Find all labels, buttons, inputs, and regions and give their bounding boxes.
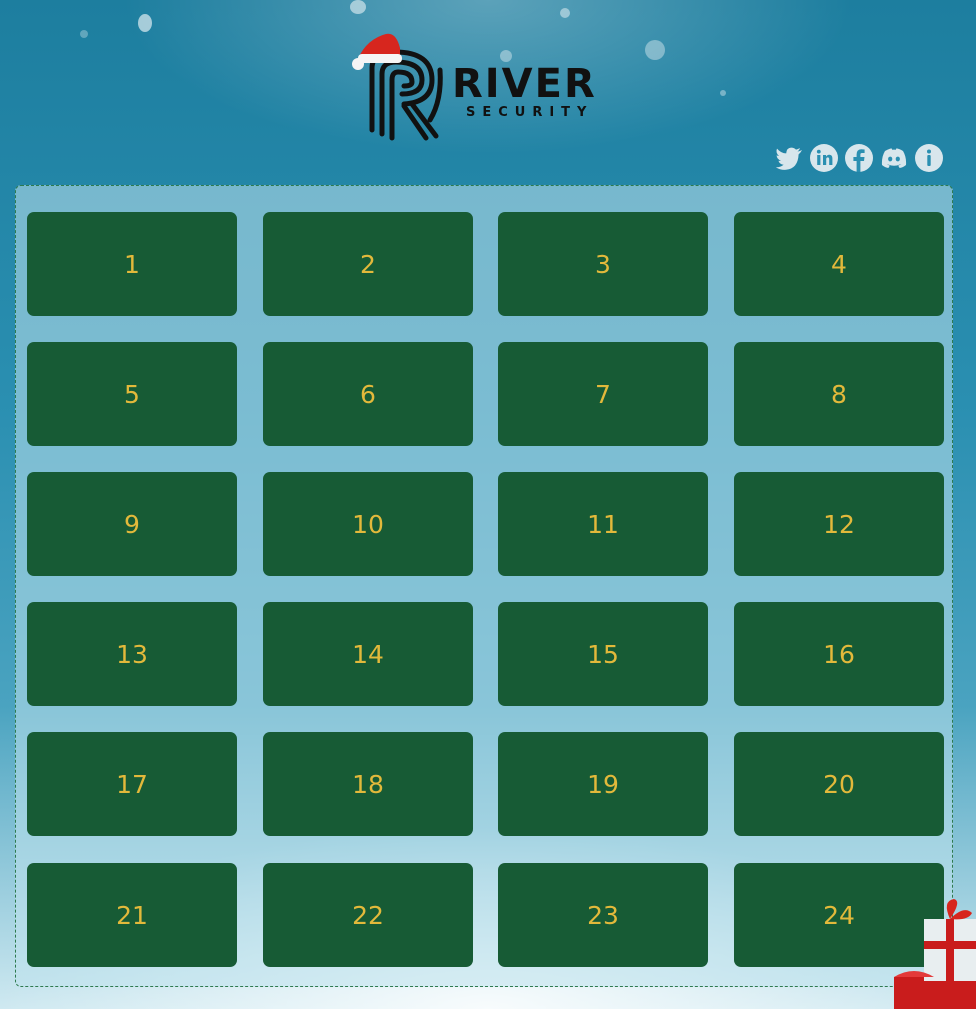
calendar-door-18[interactable]: 18 bbox=[263, 732, 473, 836]
calendar-door-4[interactable]: 4 bbox=[734, 212, 944, 316]
calendar-door-9[interactable]: 9 bbox=[27, 472, 237, 576]
calendar-door-13[interactable]: 13 bbox=[27, 602, 237, 706]
gift-box-decoration-icon bbox=[894, 899, 976, 1009]
facebook-icon bbox=[845, 144, 873, 172]
calendar-door-23[interactable]: 23 bbox=[498, 863, 708, 967]
linkedin-icon bbox=[810, 144, 838, 172]
calendar-door-21[interactable]: 21 bbox=[27, 863, 237, 967]
calendar-door-8[interactable]: 8 bbox=[734, 342, 944, 446]
twitter-icon bbox=[775, 147, 802, 170]
advent-calendar-grid: 1 2 3 4 5 6 7 8 9 10 11 12 13 14 15 16 1… bbox=[15, 185, 953, 987]
discord-icon bbox=[881, 148, 907, 168]
brand-name: RIVER bbox=[452, 61, 597, 107]
facebook-link[interactable] bbox=[844, 143, 874, 173]
calendar-door-10[interactable]: 10 bbox=[263, 472, 473, 576]
calendar-door-19[interactable]: 19 bbox=[498, 732, 708, 836]
calendar-door-5[interactable]: 5 bbox=[27, 342, 237, 446]
calendar-door-17[interactable]: 17 bbox=[27, 732, 237, 836]
info-link[interactable] bbox=[914, 143, 944, 173]
twitter-link[interactable] bbox=[774, 143, 804, 173]
calendar-door-6[interactable]: 6 bbox=[263, 342, 473, 446]
calendar-door-3[interactable]: 3 bbox=[498, 212, 708, 316]
calendar-door-2[interactable]: 2 bbox=[263, 212, 473, 316]
info-icon bbox=[915, 144, 943, 172]
linkedin-link[interactable] bbox=[809, 143, 839, 173]
discord-link[interactable] bbox=[879, 143, 909, 173]
header: RIVER SECURITY bbox=[0, 0, 976, 172]
calendar-door-20[interactable]: 20 bbox=[734, 732, 944, 836]
calendar-door-12[interactable]: 12 bbox=[734, 472, 944, 576]
calendar-door-22[interactable]: 22 bbox=[263, 863, 473, 967]
brand-tagline: SECURITY bbox=[466, 105, 594, 120]
calendar-door-15[interactable]: 15 bbox=[498, 602, 708, 706]
social-links bbox=[774, 143, 944, 173]
calendar-door-11[interactable]: 11 bbox=[498, 472, 708, 576]
calendar-door-1[interactable]: 1 bbox=[27, 212, 237, 316]
calendar-door-16[interactable]: 16 bbox=[734, 602, 944, 706]
calendar-door-7[interactable]: 7 bbox=[498, 342, 708, 446]
calendar-door-14[interactable]: 14 bbox=[263, 602, 473, 706]
